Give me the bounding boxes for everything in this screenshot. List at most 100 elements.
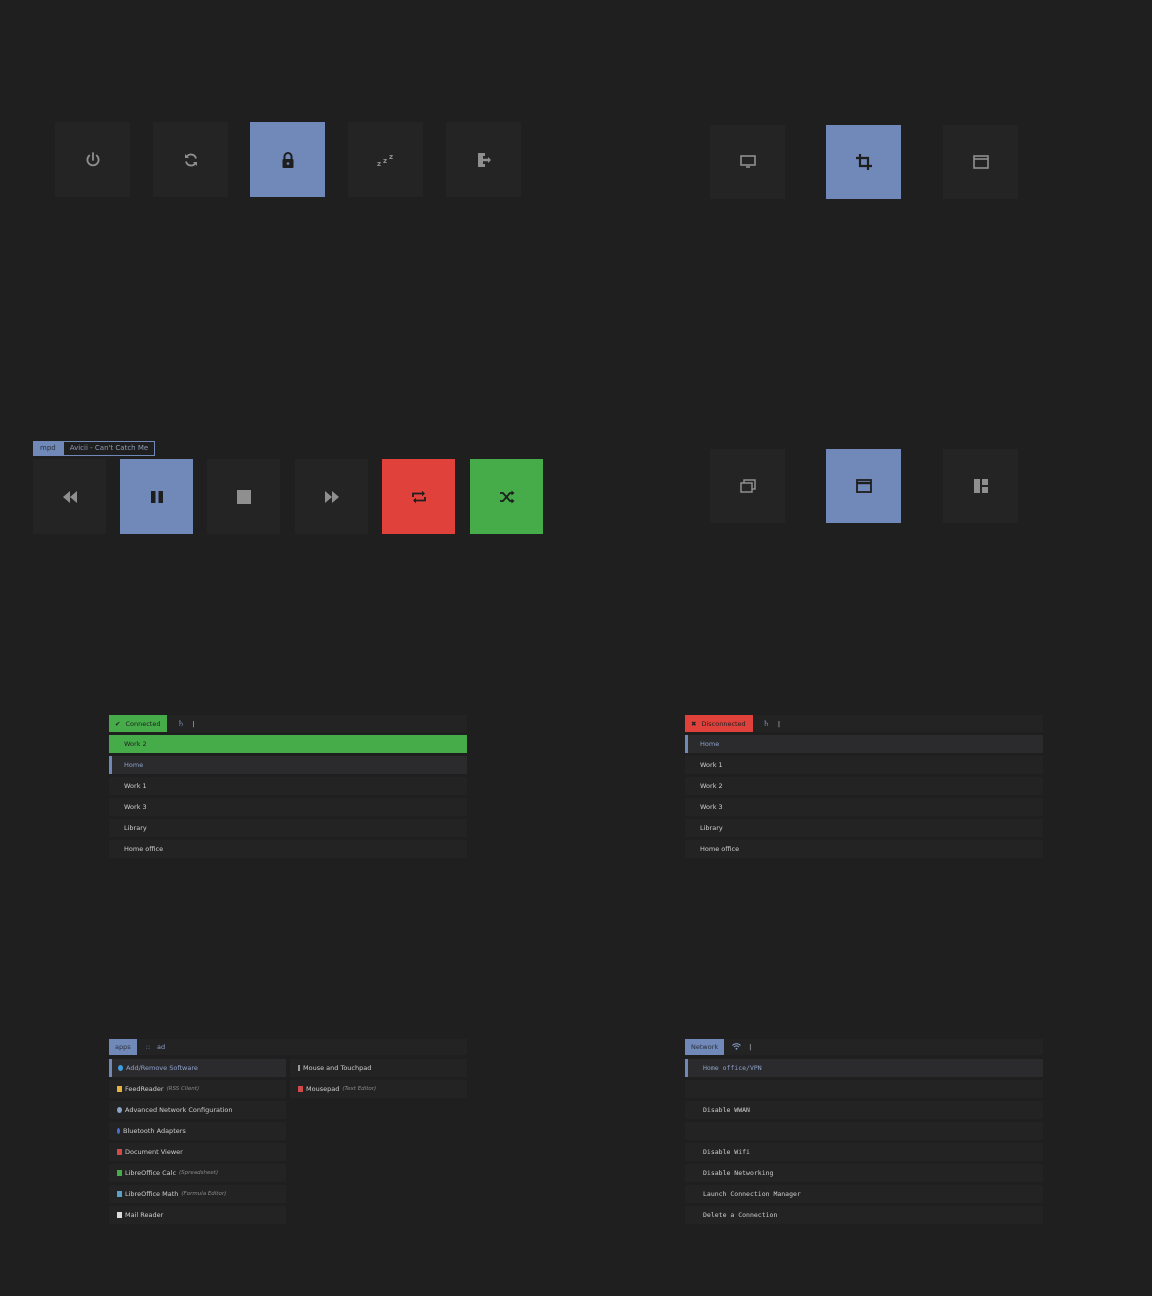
windows-stack-icon: [739, 479, 756, 493]
list-item[interactable]: Home office: [109, 840, 467, 858]
vpn-menu-disconnected: ✖ Disconnected ♄ | Home Work 1 Work 2 Wo…: [685, 715, 1043, 858]
stop-icon: [236, 489, 251, 504]
input-cursor[interactable]: |: [193, 720, 195, 728]
vpn-lock-icon: ♄: [177, 719, 185, 728]
input-cursor[interactable]: |: [749, 1043, 751, 1051]
repeat-icon: [411, 490, 426, 503]
network-item[interactable]: Launch Connection Manager: [685, 1185, 1043, 1203]
mode-tag: Network: [685, 1039, 725, 1055]
list-item[interactable]: Home: [685, 735, 1043, 753]
app-item[interactable]: LibreOffice Math (Formula Editor): [109, 1185, 286, 1203]
prompt-separator: ::: [145, 1043, 151, 1051]
mpd-tag: mpd: [33, 441, 63, 456]
next-icon: [324, 490, 339, 503]
screenshot-screen-button[interactable]: [710, 125, 785, 199]
list-item[interactable]: Library: [685, 819, 1043, 837]
crop-icon: [855, 154, 872, 170]
screenshot-window-button[interactable]: [943, 125, 1018, 199]
list-item[interactable]: Home office: [685, 840, 1043, 858]
logout-icon: [477, 152, 491, 167]
shuffle-button[interactable]: [470, 459, 543, 534]
lock-icon: [282, 151, 293, 168]
reboot-icon: [184, 153, 197, 166]
app-column-left: Add/Remove Software FeedReader (RSS Clien…: [109, 1059, 286, 1227]
app-item[interactable]: Advanced Network Configuration: [109, 1101, 286, 1119]
screenshot-area-button[interactable]: [826, 125, 901, 199]
list-item[interactable]: Library: [109, 819, 467, 837]
status-label: Disconnected: [701, 719, 746, 728]
now-playing: Avicii - Can't Catch Me: [62, 441, 156, 456]
tiling-layout-button[interactable]: [943, 449, 1018, 523]
app-item[interactable]: Add/Remove Software: [109, 1059, 286, 1077]
network-header: Network |: [685, 1039, 1043, 1055]
wifi-icon: [732, 1042, 742, 1052]
app-icon: [298, 1065, 300, 1071]
app-icon: [117, 1191, 122, 1197]
vpn-header: ✔ Connected ♄ |: [109, 715, 467, 732]
input-cursor[interactable]: |: [778, 720, 780, 728]
app-icon: [117, 1212, 122, 1218]
app-icon: [117, 1170, 122, 1176]
tiling-layout-icon: [973, 479, 988, 493]
repeat-button[interactable]: [382, 459, 455, 534]
app-launcher: apps :: ad Add/Remove Software FeedReade…: [109, 1039, 467, 1224]
list-item[interactable]: Work 3: [685, 798, 1043, 816]
check-icon: ✔: [115, 719, 121, 728]
windows-stack-button[interactable]: [710, 449, 785, 523]
cross-icon: ✖: [691, 719, 697, 728]
app-item[interactable]: Mail Reader: [109, 1206, 286, 1224]
app-column-right: Mouse and Touchpad Mousepad (Text Editor): [290, 1059, 467, 1101]
network-item-blank: [685, 1080, 1043, 1098]
list-item[interactable]: Work 2: [109, 735, 467, 753]
status-label: Connected: [125, 719, 161, 728]
window-icon: [855, 479, 872, 493]
app-icon: [117, 1107, 122, 1113]
power-button[interactable]: [55, 122, 130, 197]
next-button[interactable]: [295, 459, 368, 534]
logout-button[interactable]: [446, 122, 521, 197]
status-badge: ✖ Disconnected: [685, 715, 753, 732]
list-item[interactable]: Work 1: [685, 756, 1043, 774]
status-badge: ✔ Connected: [109, 715, 168, 732]
network-item-blank: [685, 1122, 1043, 1140]
app-icon: [298, 1086, 303, 1092]
sleep-button[interactable]: zzz: [348, 122, 423, 197]
network-item[interactable]: Disable WWAN: [685, 1101, 1043, 1119]
app-item[interactable]: FeedReader (RSS Client): [109, 1080, 286, 1098]
app-icon: [117, 1149, 122, 1155]
vpn-lock-icon: ♄: [762, 719, 770, 728]
list-item[interactable]: Work 2: [685, 777, 1043, 795]
window-icon: [972, 155, 989, 169]
app-item[interactable]: Mousepad (Text Editor): [290, 1080, 467, 1098]
svg-text:z: z: [389, 153, 393, 161]
reboot-button[interactable]: [153, 122, 228, 197]
list-item[interactable]: Work 3: [109, 798, 467, 816]
previous-icon: [62, 490, 77, 503]
mpd-header: mpd Avicii - Can't Catch Me: [33, 441, 156, 456]
pause-button[interactable]: [120, 459, 193, 534]
svg-text:z: z: [377, 160, 381, 167]
list-item[interactable]: Home: [109, 756, 467, 774]
svg-text:z: z: [383, 157, 387, 165]
window-button[interactable]: [826, 449, 901, 523]
network-menu: Network | Home office/VPN Disable WWAN D…: [685, 1039, 1043, 1224]
app-item[interactable]: Document Viewer: [109, 1143, 286, 1161]
app-item[interactable]: Bluetooth Adapters: [109, 1122, 286, 1140]
lock-button[interactable]: [250, 122, 325, 197]
search-input[interactable]: ad: [157, 1043, 165, 1051]
shuffle-icon: [499, 490, 514, 503]
app-icon: [118, 1065, 123, 1071]
list-item[interactable]: Work 1: [109, 777, 467, 795]
network-item[interactable]: Home office/VPN: [685, 1059, 1043, 1077]
sleep-icon: zzz: [377, 153, 393, 167]
previous-button[interactable]: [33, 459, 106, 534]
vpn-menu-connected: ✔ Connected ♄ | Work 2 Home Work 1 Work …: [109, 715, 467, 858]
stop-button[interactable]: [207, 459, 280, 534]
network-item[interactable]: Disable Wifi: [685, 1143, 1043, 1161]
network-item[interactable]: Delete a Connection: [685, 1206, 1043, 1224]
monitor-icon: [739, 155, 756, 168]
app-item[interactable]: Mouse and Touchpad: [290, 1059, 467, 1077]
network-item[interactable]: Disable Networking: [685, 1164, 1043, 1182]
app-item[interactable]: LibreOffice Calc (Spreadsheet): [109, 1164, 286, 1182]
pause-icon: [150, 490, 163, 503]
